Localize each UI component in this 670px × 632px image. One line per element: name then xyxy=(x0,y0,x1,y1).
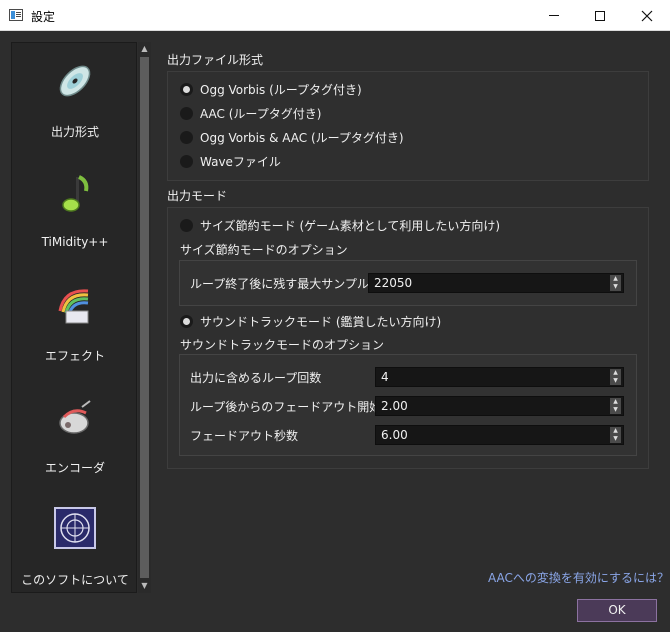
max-samples-label: ループ終了後に残す最大サンプル数 xyxy=(190,277,381,291)
spin-up-icon[interactable]: ▲ xyxy=(610,427,621,435)
music-note-icon xyxy=(62,175,89,212)
radio-label: AAC (ループタグ付き) xyxy=(200,106,322,121)
max-samples-spinbox[interactable]: 22050 ▲ ▼ xyxy=(368,273,624,293)
scroll-down-icon[interactable]: ▼ xyxy=(138,579,151,593)
sidebar-item-label: エフェクト xyxy=(44,349,105,363)
sidebar-item-label: 出力形式 xyxy=(50,125,99,139)
size-saving-options-title: サイズ節約モードのオプション xyxy=(180,243,348,257)
minimize-icon xyxy=(549,15,559,16)
ok-button[interactable]: OK xyxy=(577,599,657,622)
radio-indicator[interactable] xyxy=(180,130,193,144)
sidebar: 出力形式 TiMidity++ エフェクト エンコーダ このソフトについて xyxy=(11,42,137,593)
radio-ogg-and-aac[interactable]: Ogg Vorbis & AAC (ループタグ付き) xyxy=(180,128,404,146)
settings-window-icon xyxy=(9,9,23,21)
radio-label: サウンドトラックモード (鑑賞したい方向け) xyxy=(200,314,442,329)
radio-indicator[interactable] xyxy=(180,314,193,328)
spin-up-icon[interactable]: ▲ xyxy=(610,398,621,406)
sidebar-item-label: エンコーダ xyxy=(44,461,105,475)
about-emblem-icon xyxy=(54,507,96,549)
encoder-icon xyxy=(59,400,91,434)
sidebar-scrollbar[interactable]: ▲ ▼ xyxy=(138,42,151,593)
sidebar-item-label: このソフトについて xyxy=(21,573,129,587)
fade-start-label: ループ後からのフェードアウト開始秒数 xyxy=(190,400,406,414)
soundtrack-options-title: サウンドトラックモードのオプション xyxy=(180,338,385,352)
maximize-button[interactable] xyxy=(577,0,623,31)
radio-ogg-vorbis[interactable]: Ogg Vorbis (ループタグ付き) xyxy=(180,80,362,98)
fade-start-spinbox[interactable]: 2.00 ▲ ▼ xyxy=(375,396,624,416)
spin-value: 6.00 xyxy=(381,428,408,442)
scroll-up-icon[interactable]: ▲ xyxy=(138,42,151,56)
radio-label: Waveファイル xyxy=(200,154,281,169)
close-icon xyxy=(641,10,653,21)
output-mode-panel: サイズ節約モード (ゲーム素材として利用したい方向け) サイズ節約モードのオプシ… xyxy=(167,207,649,469)
loop-count-label: 出力に含めるループ回数 xyxy=(190,371,322,385)
spin-value: 22050 xyxy=(374,276,413,290)
fade-seconds-label: フェードアウト秒数 xyxy=(190,429,299,443)
spin-value: 2.00 xyxy=(381,399,408,413)
title-bar: 設定 xyxy=(0,0,670,31)
radio-indicator[interactable] xyxy=(180,154,193,168)
loop-count-spinbox[interactable]: 4 ▲ ▼ xyxy=(375,367,624,387)
radio-label: Ogg Vorbis & AAC (ループタグ付き) xyxy=(200,130,404,145)
radio-label: Ogg Vorbis (ループタグ付き) xyxy=(200,82,362,97)
close-button[interactable] xyxy=(624,0,670,31)
radio-wave[interactable]: Waveファイル xyxy=(180,152,281,170)
spin-value: 4 xyxy=(381,370,389,384)
sidebar-item-timidity[interactable]: TiMidity++ xyxy=(12,155,138,267)
maximize-icon xyxy=(595,10,605,21)
radio-indicator[interactable] xyxy=(180,218,193,232)
spin-down-icon[interactable]: ▼ xyxy=(610,435,621,443)
radio-indicator[interactable] xyxy=(180,82,193,96)
disc-icon xyxy=(59,65,91,97)
radio-label: サイズ節約モード (ゲーム素材として利用したい方向け) xyxy=(200,218,501,233)
sidebar-item-effect[interactable]: エフェクト xyxy=(12,267,138,379)
output-mode-title: 出力モード xyxy=(167,189,228,203)
spin-down-icon[interactable]: ▼ xyxy=(610,406,621,414)
spin-down-icon[interactable]: ▼ xyxy=(610,377,621,385)
sidebar-item-label: TiMidity++ xyxy=(41,235,109,249)
fade-seconds-spinbox[interactable]: 6.00 ▲ ▼ xyxy=(375,425,624,445)
rainbow-effect-icon xyxy=(58,289,89,324)
sidebar-item-output-format[interactable]: 出力形式 xyxy=(12,43,138,155)
output-format-panel: Ogg Vorbis (ループタグ付き) AAC (ループタグ付き) Ogg V… xyxy=(167,71,649,181)
spin-down-icon[interactable]: ▼ xyxy=(610,283,621,291)
output-format-title: 出力ファイル形式 xyxy=(167,53,264,67)
radio-indicator[interactable] xyxy=(180,106,193,120)
spin-up-icon[interactable]: ▲ xyxy=(610,369,621,377)
radio-aac[interactable]: AAC (ループタグ付き) xyxy=(180,104,321,122)
radio-size-saving-mode[interactable]: サイズ節約モード (ゲーム素材として利用したい方向け) xyxy=(180,216,500,234)
aac-help-link[interactable]: AACへの変換を有効にするには？ xyxy=(488,569,669,586)
window-title: 設定 xyxy=(31,10,56,24)
radio-soundtrack-mode[interactable]: サウンドトラックモード (鑑賞したい方向け) xyxy=(180,312,441,330)
spin-up-icon[interactable]: ▲ xyxy=(610,275,621,283)
sidebar-item-encoder[interactable]: エンコーダ xyxy=(12,379,138,491)
minimize-button[interactable] xyxy=(531,0,577,31)
soundtrack-options-panel: 出力に含めるループ回数 4 ▲ ▼ ループ後からのフェードアウト開始秒数 2.0… xyxy=(179,354,637,456)
sidebar-item-about[interactable]: このソフトについて xyxy=(12,491,138,603)
scroll-thumb[interactable] xyxy=(140,57,149,578)
size-saving-options-panel: ループ終了後に残す最大サンプル数 22050 ▲ ▼ xyxy=(179,260,637,306)
